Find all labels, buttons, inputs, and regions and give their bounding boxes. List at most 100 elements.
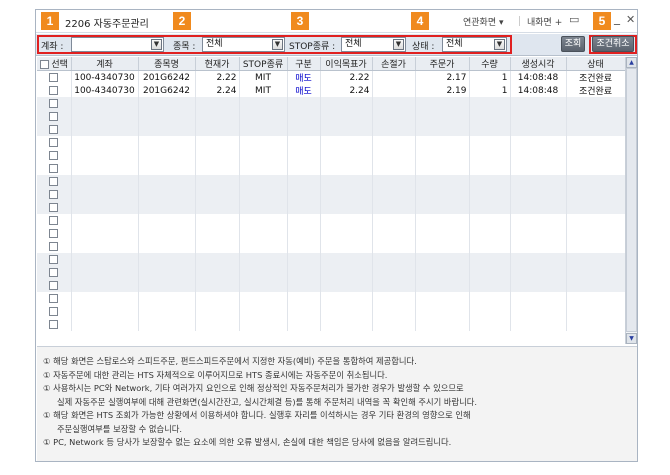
related-screens-link[interactable]: 연관화면 ▾	[463, 15, 504, 28]
table-cell: 조건완료	[566, 84, 625, 97]
chevron-down-icon[interactable]: ▼	[151, 39, 162, 50]
table-cell	[469, 136, 511, 149]
col-header-current-price[interactable]: 현재가	[195, 57, 240, 71]
order-table-wrap: 선택 계좌 종목명 현재가 STOP종류 구분 이익목표가 손절가 주문가 수량…	[37, 57, 625, 344]
scroll-up-icon[interactable]: ▲	[626, 57, 637, 68]
col-header-order-price[interactable]: 주문가	[415, 57, 470, 71]
stop-type-select[interactable]: 전체 ▼	[341, 37, 406, 52]
table-cell	[510, 292, 567, 305]
table-row[interactable]	[37, 97, 625, 110]
chevron-down-icon[interactable]: ▼	[494, 39, 505, 50]
col-header-item[interactable]: 종목명	[138, 57, 196, 71]
row-checkbox[interactable]	[49, 306, 59, 316]
table-cell	[469, 149, 511, 162]
row-select-cell	[37, 149, 72, 162]
table-cell	[510, 136, 567, 149]
table-row[interactable]	[37, 136, 625, 149]
table-row[interactable]: 100-4340730 201G6242 2.22 MIT 매도 2.22 2.17 1 14:…	[37, 70, 625, 84]
table-cell	[415, 227, 470, 240]
query-button[interactable]: 조회	[561, 36, 585, 52]
table-row[interactable]	[37, 188, 625, 201]
table-cell	[566, 253, 625, 266]
minimize-icon[interactable]: _	[614, 11, 620, 25]
table-cell	[239, 123, 288, 136]
table-row[interactable]	[37, 240, 625, 253]
table-cell	[320, 201, 373, 214]
row-checkbox[interactable]	[49, 72, 59, 82]
table-row[interactable]	[37, 149, 625, 162]
table-cell	[287, 279, 321, 292]
row-checkbox[interactable]	[49, 215, 59, 225]
table-cell	[372, 70, 416, 84]
chevron-down-icon[interactable]: ▼	[393, 39, 404, 50]
screen-icon[interactable]: ▭	[569, 13, 579, 26]
row-checkbox[interactable]	[49, 293, 59, 303]
table-cell: 1	[469, 84, 511, 97]
chevron-down-icon[interactable]: ▼	[272, 39, 283, 50]
table-cell	[469, 162, 511, 175]
table-cell	[138, 136, 196, 149]
table-cell	[239, 214, 288, 227]
table-row[interactable]	[37, 305, 625, 318]
row-select-cell	[37, 318, 72, 331]
table-row[interactable]	[37, 253, 625, 266]
col-header-quantity[interactable]: 수량	[469, 57, 511, 71]
col-header-account[interactable]: 계좌	[71, 57, 139, 71]
table-row[interactable]	[37, 175, 625, 188]
select-all-checkbox[interactable]	[39, 60, 49, 69]
cancel-condition-button[interactable]: 조건취소	[592, 36, 634, 52]
row-checkbox[interactable]	[49, 202, 59, 212]
row-checkbox[interactable]	[49, 111, 59, 121]
table-row[interactable]	[37, 123, 625, 136]
col-header-select[interactable]: 선택	[37, 57, 72, 71]
table-cell	[287, 240, 321, 253]
col-header-status[interactable]: 상태	[566, 57, 625, 71]
table-cell	[320, 214, 373, 227]
table-row[interactable]	[37, 318, 625, 331]
row-checkbox[interactable]	[49, 85, 59, 95]
table-row[interactable]	[37, 110, 625, 123]
table-cell	[320, 292, 373, 305]
row-checkbox[interactable]	[49, 267, 59, 277]
account-label: 계좌 :	[41, 42, 64, 52]
table-row[interactable]	[37, 162, 625, 175]
table-row[interactable]	[37, 214, 625, 227]
row-checkbox[interactable]	[49, 176, 59, 186]
row-checkbox[interactable]	[49, 228, 59, 238]
row-checkbox[interactable]	[49, 150, 59, 160]
close-icon[interactable]: ✕	[626, 13, 635, 26]
table-row[interactable]	[37, 279, 625, 292]
table-row[interactable]	[37, 292, 625, 305]
table-cell	[138, 188, 196, 201]
table-cell	[195, 97, 240, 110]
table-row[interactable]	[37, 201, 625, 214]
row-checkbox[interactable]	[49, 124, 59, 134]
table-cell	[320, 253, 373, 266]
table-cell	[510, 305, 567, 318]
my-screens-link[interactable]: 내화면 +	[527, 15, 562, 28]
row-checkbox[interactable]	[49, 98, 59, 108]
col-header-profit-target[interactable]: 이익목표가	[320, 57, 373, 71]
table-row[interactable]	[37, 227, 625, 240]
table-cell	[469, 240, 511, 253]
row-checkbox[interactable]	[49, 137, 59, 147]
col-header-stop-loss[interactable]: 손절가	[372, 57, 416, 71]
row-checkbox[interactable]	[49, 241, 59, 251]
table-row[interactable]	[37, 266, 625, 279]
row-checkbox[interactable]	[49, 163, 59, 173]
scroll-down-icon[interactable]: ▼	[626, 333, 637, 344]
col-header-created-time[interactable]: 생성시각	[510, 57, 567, 71]
status-select[interactable]: 전체 ▼	[442, 37, 507, 52]
row-checkbox[interactable]	[49, 319, 59, 329]
table-cell	[71, 305, 139, 318]
row-checkbox[interactable]	[49, 254, 59, 264]
col-header-side[interactable]: 구분	[287, 57, 321, 71]
scroll-thumb[interactable]	[626, 68, 637, 332]
account-select[interactable]: ▼	[71, 37, 164, 52]
col-header-stop-type[interactable]: STOP종류	[239, 57, 288, 71]
row-checkbox[interactable]	[49, 189, 59, 199]
row-checkbox[interactable]	[49, 280, 59, 290]
table-row[interactable]: 100-4340730 201G6242 2.24 MIT 매도 2.24 2.19 1 14:…	[37, 84, 625, 97]
vertical-scrollbar[interactable]: ▲ ▼	[625, 57, 637, 344]
item-select[interactable]: 전체 ▼	[202, 37, 285, 52]
